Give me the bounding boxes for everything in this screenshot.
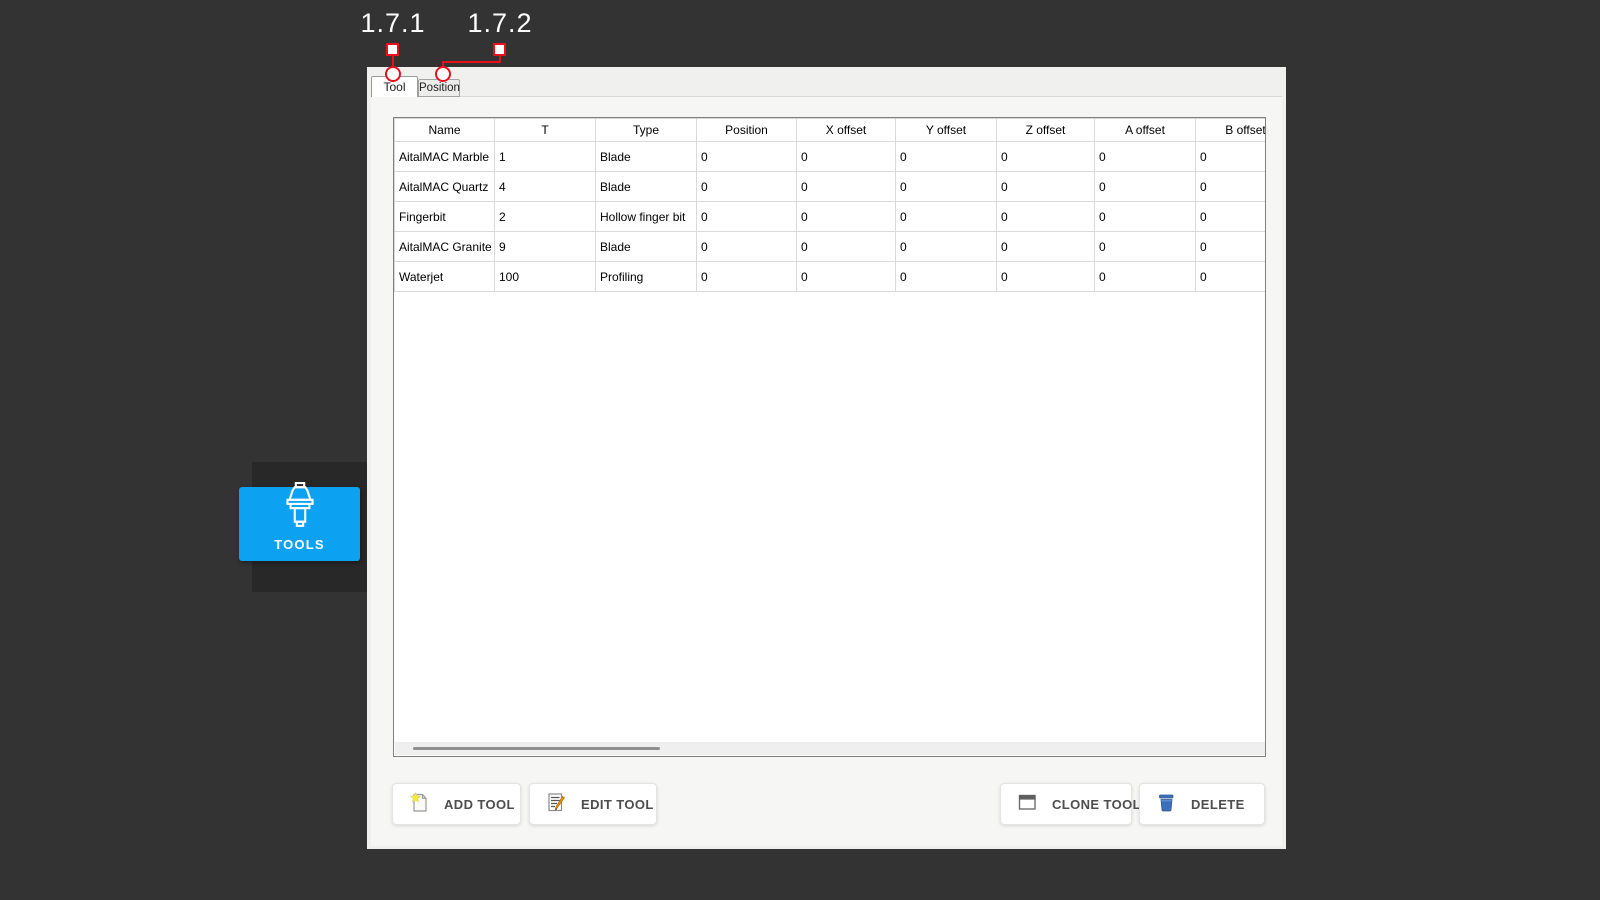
cell-position[interactable]: 0 [697, 262, 797, 292]
window-icon [1016, 791, 1039, 817]
table-row[interactable]: AitalMAC Marble 1 Blade 0 0 0 0 0 0 [395, 142, 1267, 172]
cell-position[interactable]: 0 [697, 232, 797, 262]
horizontal-scrollbar-thumb[interactable] [413, 747, 660, 750]
cell-y-offset[interactable]: 0 [896, 142, 997, 172]
tool-table: Name T Type Position X offset Y offset Z… [393, 117, 1266, 757]
column-header-x-offset: X offset [797, 119, 896, 142]
cell-t[interactable]: 2 [495, 202, 596, 232]
cell-type[interactable]: Blade [596, 142, 697, 172]
cell-b-offset[interactable]: 0 [1196, 172, 1267, 202]
table-row[interactable]: Fingerbit 2 Hollow finger bit 0 0 0 0 0 … [395, 202, 1267, 232]
delete-tool-label: DELETE [1191, 797, 1245, 812]
cell-name[interactable]: Fingerbit [395, 202, 495, 232]
cell-b-offset[interactable]: 0 [1196, 232, 1267, 262]
horizontal-scrollbar[interactable] [395, 742, 1265, 755]
cell-y-offset[interactable]: 0 [896, 262, 997, 292]
cell-b-offset[interactable]: 0 [1196, 262, 1267, 292]
column-header-t: T [495, 119, 596, 142]
trash-icon [1155, 791, 1178, 817]
cell-x-offset[interactable]: 0 [797, 202, 896, 232]
cell-z-offset[interactable]: 0 [997, 262, 1095, 292]
column-header-name: Name [395, 119, 495, 142]
column-header-y-offset: Y offset [896, 119, 997, 142]
cell-name[interactable]: AitalMAC Granite [395, 232, 495, 262]
table-row[interactable]: AitalMAC Granite 9 Blade 0 0 0 0 0 0 [395, 232, 1267, 262]
cell-x-offset[interactable]: 0 [797, 262, 896, 292]
cell-t[interactable]: 100 [495, 262, 596, 292]
column-header-z-offset: Z offset [997, 119, 1095, 142]
cell-type[interactable]: Profiling [596, 262, 697, 292]
table-row[interactable]: AitalMAC Quartz 4 Blade 0 0 0 0 0 0 [395, 172, 1267, 202]
cell-a-offset[interactable]: 0 [1095, 172, 1196, 202]
table-row[interactable]: Waterjet 100 Profiling 0 0 0 0 0 0 [395, 262, 1267, 292]
tools-button-label: TOOLS [274, 537, 325, 552]
cell-t[interactable]: 4 [495, 172, 596, 202]
cell-name[interactable]: AitalMAC Quartz [395, 172, 495, 202]
cell-type[interactable]: Hollow finger bit [596, 202, 697, 232]
cell-z-offset[interactable]: 0 [997, 142, 1095, 172]
cell-t[interactable]: 1 [495, 142, 596, 172]
edit-pencil-icon [545, 791, 568, 817]
annotation-circle-2 [435, 66, 451, 82]
new-document-icon [408, 791, 431, 817]
delete-tool-button[interactable]: DELETE [1139, 783, 1265, 825]
cell-a-offset[interactable]: 0 [1095, 202, 1196, 232]
cell-b-offset[interactable]: 0 [1196, 142, 1267, 172]
cell-z-offset[interactable]: 0 [997, 172, 1095, 202]
clone-tool-button[interactable]: CLONE TOOL [1000, 783, 1132, 825]
tab-position[interactable]: Position [418, 79, 460, 97]
tool-table-grid: Name T Type Position X offset Y offset Z… [394, 118, 1266, 292]
add-tool-button[interactable]: ADD TOOL [392, 783, 521, 825]
annotation-line-2-horizontal [442, 61, 501, 63]
tools-button[interactable]: TOOLS [239, 487, 360, 561]
cell-type[interactable]: Blade [596, 232, 697, 262]
cell-z-offset[interactable]: 0 [997, 202, 1095, 232]
cell-a-offset[interactable]: 0 [1095, 232, 1196, 262]
cell-b-offset[interactable]: 0 [1196, 202, 1267, 232]
cell-position[interactable]: 0 [697, 172, 797, 202]
tools-panel: Tool Position Name T Type Position X off… [367, 67, 1286, 849]
cell-x-offset[interactable]: 0 [797, 142, 896, 172]
annotation-circle-1 [385, 66, 401, 82]
cell-x-offset[interactable]: 0 [797, 172, 896, 202]
edit-tool-label: EDIT TOOL [581, 797, 654, 812]
add-tool-label: ADD TOOL [444, 797, 515, 812]
screen: 1.7.1 1.7.2 TOOLS Tool Position [0, 0, 1600, 900]
cell-position[interactable]: 0 [697, 142, 797, 172]
cell-y-offset[interactable]: 0 [896, 202, 997, 232]
cell-name[interactable]: AitalMAC Marble [395, 142, 495, 172]
cnc-toolholder-icon [281, 482, 319, 533]
annotation-label-2: 1.7.2 [440, 8, 560, 39]
column-header-type: Type [596, 119, 697, 142]
cell-a-offset[interactable]: 0 [1095, 142, 1196, 172]
edit-tool-button[interactable]: EDIT TOOL [529, 783, 657, 825]
column-header-b-offset: B offset [1196, 119, 1267, 142]
cell-a-offset[interactable]: 0 [1095, 262, 1196, 292]
column-header-position: Position [697, 119, 797, 142]
column-header-a-offset: A offset [1095, 119, 1196, 142]
cell-z-offset[interactable]: 0 [997, 232, 1095, 262]
cell-type[interactable]: Blade [596, 172, 697, 202]
clone-tool-label: CLONE TOOL [1052, 797, 1141, 812]
cell-y-offset[interactable]: 0 [896, 232, 997, 262]
annotation-label-1: 1.7.1 [333, 8, 453, 39]
cell-position[interactable]: 0 [697, 202, 797, 232]
cell-y-offset[interactable]: 0 [896, 172, 997, 202]
cell-t[interactable]: 9 [495, 232, 596, 262]
table-header-row: Name T Type Position X offset Y offset Z… [395, 119, 1267, 142]
cell-name[interactable]: Waterjet [395, 262, 495, 292]
cell-x-offset[interactable]: 0 [797, 232, 896, 262]
